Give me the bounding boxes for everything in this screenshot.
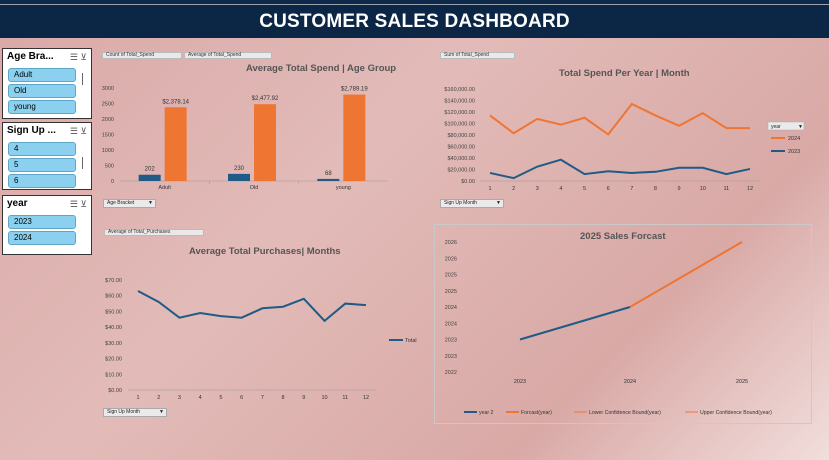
y-tick-label: $30.00 [105,341,122,347]
bar [317,178,340,181]
legend-label: 2024 [788,136,800,142]
y-tick-label: $0.00 [461,179,475,185]
legend-label: Forcast(year) [521,410,552,416]
y-tick-label: $80,000.00 [447,133,475,139]
x-tick-label: 6 [607,186,610,192]
y-tick-label: $10.00 [105,372,122,378]
y-tick-label: 3000 [102,86,114,92]
series-line [489,158,751,180]
data-label: 230 [234,166,245,172]
x-tick-label: 9 [678,186,681,192]
x-tick-label: 2 [157,395,160,401]
y-tick-label: $60,000.00 [447,145,475,151]
x-tick-label: 2025 [736,379,748,385]
data-label: $2,789.19 [341,87,368,93]
y-tick-label: $70.00 [105,278,122,284]
bar [138,174,161,181]
bar [254,104,276,181]
y-tick-label: 500 [105,164,114,170]
legend-label: Lower Confidence Bound(year) [589,410,661,416]
y-tick-label: 2500 [102,102,114,108]
x-tick-label: 8 [654,186,657,192]
series-line [137,290,367,323]
x-tick-label: 10 [321,395,327,401]
y-tick-label: 2025 [445,289,457,295]
x-tick-label: 7 [630,186,633,192]
chevron-down-icon: ▼ [798,124,803,130]
legend-label: Upper Confidence Bound(year) [700,410,772,416]
y-tick-label: $160,000.00 [444,87,475,93]
bar [164,107,187,181]
x-tick-label: 8 [282,395,285,401]
y-tick-label: $40,000.00 [447,156,475,162]
x-tick-label: 10 [700,186,706,192]
y-tick-label: 2023 [445,354,457,360]
y-tick-label: 1500 [102,133,114,139]
x-tick-label: 5 [583,186,586,192]
y-tick-label: $20,000.00 [447,168,475,174]
y-tick-label: 2022 [445,370,457,376]
x-tick-label: 1 [488,186,491,192]
x-tick-label: 12 [363,395,369,401]
legend-label: Total [405,338,417,344]
y-tick-label: $60.00 [105,294,122,300]
y-tick-label: $140,000.00 [444,99,475,105]
y-tick-label: $120,000.00 [444,110,475,116]
x-tick-label: 2024 [624,379,636,385]
x-tick-label: young [336,185,351,191]
x-tick-label: 5 [219,395,222,401]
x-tick-label: 3 [178,395,181,401]
series-line [629,241,743,308]
y-tick-label: $0.00 [108,388,122,394]
x-tick-label: 11 [342,395,348,401]
y-tick-label: $50.00 [105,309,122,315]
x-tick-label: 2023 [514,379,526,385]
data-label: 202 [145,167,156,173]
y-tick-label: $100,000.00 [444,122,475,128]
x-tick-label: 4 [199,395,202,401]
y-tick-label: 2024 [445,321,457,327]
x-tick-label: 12 [747,186,753,192]
y-tick-label: 2024 [445,305,457,311]
y-tick-label: 2026 [445,256,457,262]
y-tick-label: 2023 [445,338,457,344]
x-tick-label: 1 [136,395,139,401]
bar [343,94,366,181]
x-tick-label: Adult [158,185,171,191]
y-tick-label: 1000 [102,148,114,154]
data-label: $2,378.14 [162,99,189,105]
data-label: $2,477.92 [252,96,279,102]
legend-label: 2023 [788,149,800,155]
charts-layer: 3000 2500 2000 1500 1000 500 0 202 $2,378.14 Adul… [102,86,805,416]
x-tick-label: 3 [536,186,539,192]
y-tick-label: $20.00 [105,357,122,363]
x-tick-label: 6 [240,395,243,401]
x-tick-label: 11 [724,186,730,192]
data-label: 68 [325,171,332,177]
x-tick-label: Old [250,185,259,191]
x-tick-label: 7 [261,395,264,401]
y-tick-label: 2026 [445,240,457,246]
x-tick-label: 9 [302,395,305,401]
x-tick-label: 4 [559,186,562,192]
bar [228,173,250,181]
y-tick-label: 0 [111,179,114,185]
series-line [519,306,631,341]
y-tick-label: 2000 [102,117,114,123]
y-tick-label: 2025 [445,273,457,279]
legend-label: year 2 [479,410,494,416]
legend-title: year [771,124,781,130]
series-line [489,102,750,136]
y-tick-label: $40.00 [105,325,122,331]
x-tick-label: 2 [512,186,515,192]
